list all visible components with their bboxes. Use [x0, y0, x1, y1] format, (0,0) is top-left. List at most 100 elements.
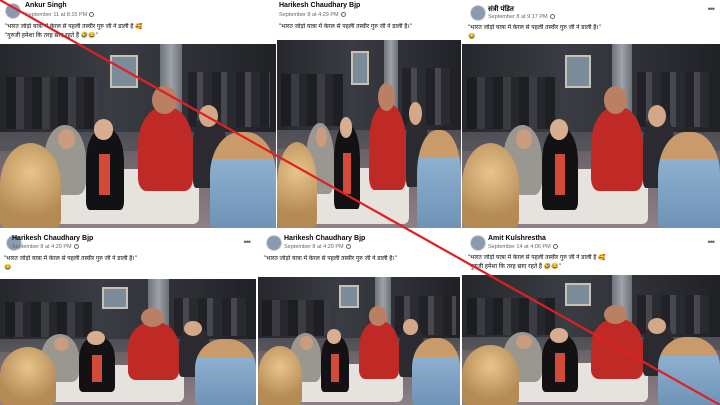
photo-person-face: [403, 319, 418, 335]
photo-person-red-kurta: [128, 321, 180, 380]
caption-line: "भारत जोड़ो यात्रा में केरल से पहली तस्व…: [4, 256, 137, 262]
timestamp-text[interactable]: September 8 at 4:29 PM: [12, 244, 72, 250]
post-photo[interactable]: [462, 275, 720, 405]
avatar[interactable]: [470, 5, 486, 21]
photo-red-scarf: [330, 353, 339, 382]
post-timestamp: September 11 at 8:15 PM: [25, 12, 95, 18]
post-caption: "भारत जोड़ो यात्रा में केरल से पहली तस्व…: [4, 255, 251, 272]
post-caption: "भारत जोड़ो यात्रा में केरल से पहली तस्व…: [468, 254, 715, 271]
author-name[interactable]: Ankur Singh: [25, 2, 67, 9]
photo-person-denim: [416, 130, 461, 228]
more-options-icon[interactable]: •••: [708, 4, 716, 14]
photo-person-face: [315, 126, 327, 148]
photo-person-face: [339, 117, 353, 138]
caption-line: "भारत जोड़ो यात्रा में केरल से पहली तस्व…: [279, 24, 412, 30]
caption-line: "गुरुजी हमेशा कि तरह छाए रहते हैं 🤣😂": [468, 263, 561, 270]
photo-red-scarf: [343, 152, 351, 195]
photo-person-blonde: [277, 141, 318, 228]
photo-person-blonde: [0, 143, 61, 228]
photo-person-face: [647, 317, 666, 334]
post-timestamp: September 14 at 4:06 PM: [488, 244, 558, 250]
photo-wall-art: [565, 55, 591, 89]
photo-red-scarf: [99, 154, 111, 195]
photo-crowd: [262, 300, 331, 336]
photo-person-red-kurta: [591, 319, 643, 379]
post-photo[interactable]: [0, 279, 256, 405]
photo-wall-art: [102, 286, 128, 310]
globe-icon: [345, 244, 351, 250]
author-name[interactable]: संत्री पंडित: [488, 5, 514, 14]
photo-wall-art: [350, 51, 369, 86]
post-card-1: Ankur Singh September 11 at 8:15 PM "भार…: [0, 0, 276, 228]
photo-person-blonde: [462, 143, 519, 228]
author-name[interactable]: Harikesh Chaudhary Bjp: [279, 2, 360, 9]
photo-wall-art: [338, 284, 359, 308]
avatar[interactable]: [470, 235, 486, 251]
avatar[interactable]: [266, 235, 282, 251]
globe-icon: [89, 12, 95, 18]
photo-wall-art: [110, 55, 138, 89]
globe-icon: [552, 244, 558, 250]
post-card-5: Harikesh Chaudhary Bjp September 8 at 4:…: [258, 231, 460, 405]
post-caption: "भारत जोड़ो यात्रा में केरल से पहली तस्व…: [468, 24, 715, 41]
photo-person-blonde: [0, 347, 57, 405]
caption-line: "गुरुजी हमेशा कि तरह छाए रहते हैं 🤣😂": [5, 32, 98, 39]
photo-person-red-kurta: [138, 106, 194, 192]
photo-person-denim: [658, 337, 720, 405]
photo-person-face: [300, 335, 313, 350]
photo-person-red-kurta: [359, 320, 400, 380]
post-photo[interactable]: [277, 40, 461, 228]
caption-line: "भारत जोड़ो यात्रा में केरल से पहली तस्व…: [468, 255, 606, 261]
caption-line: "भारत जोड़ो यात्रा में केरल से पहली तस्व…: [264, 256, 397, 262]
post-card-3: संत्री पंडित September 8 at 9:17 PM ••• …: [462, 0, 720, 228]
timestamp-text[interactable]: September 8 at 9:17 PM: [488, 14, 548, 20]
post-timestamp: September 8 at 4:29 PM: [279, 12, 346, 18]
author-name[interactable]: Harikesh Chaudhary Bjp: [284, 235, 365, 242]
post-photo[interactable]: [0, 44, 276, 228]
photo-person-face: [516, 128, 532, 149]
photo-person-denim: [658, 132, 720, 228]
photo-person-face: [57, 128, 75, 149]
caption-line: 😂: [468, 33, 476, 40]
author-name[interactable]: Harikesh Chaudhary Bjp: [12, 235, 93, 242]
photo-person-face: [549, 328, 568, 343]
caption-line: "भारत जोड़ो यात्रा में केरल से पहली तस्व…: [5, 24, 143, 30]
photo-person-face: [516, 334, 532, 350]
photo-person-head: [151, 86, 177, 114]
post-photo[interactable]: [258, 277, 460, 405]
author-name[interactable]: Amit Kulshrestha: [488, 235, 546, 242]
post-caption: "भारत जोड़ो यात्रा में केरल से पहली तस्व…: [5, 23, 271, 40]
photo-person-face: [549, 119, 568, 140]
avatar[interactable]: [5, 3, 21, 19]
photo-red-scarf: [554, 154, 566, 195]
more-options-icon[interactable]: •••: [708, 237, 716, 247]
photo-person-head: [369, 306, 388, 326]
post-caption: "भारत जोड़ो यात्रा में केरल से पहली तस्व…: [279, 23, 456, 32]
photo-person-denim: [194, 339, 256, 405]
more-options-icon[interactable]: •••: [244, 237, 252, 247]
timestamp-text[interactable]: September 8 at 4:29 PM: [279, 12, 339, 18]
photo-red-scarf: [554, 353, 566, 382]
timestamp-text[interactable]: September 11 at 8:15 PM: [25, 12, 87, 18]
globe-icon: [73, 244, 79, 250]
photo-person-face: [87, 330, 105, 345]
photo-person-head: [603, 86, 628, 114]
caption-line: "भारत जोड़ो यात्रा में केरल से पहली तस्व…: [468, 25, 601, 31]
photo-person-blonde: [462, 345, 519, 405]
post-header: Harikesh Chaudhary Bjp September 8 at 4:…: [258, 231, 460, 257]
globe-icon: [340, 12, 346, 18]
photo-person-blonde: [258, 346, 303, 405]
post-photo[interactable]: [462, 44, 720, 228]
timestamp-text[interactable]: September 8 at 4:29 PM: [284, 244, 344, 250]
globe-icon: [549, 14, 555, 20]
photo-crowd: [5, 301, 93, 337]
photo-crowd: [5, 77, 100, 129]
post-card-6: Amit Kulshrestha September 14 at 4:06 PM…: [462, 231, 720, 405]
photo-person-face: [184, 320, 203, 336]
photo-person-red-kurta: [369, 103, 406, 191]
timestamp-text[interactable]: September 14 at 4:06 PM: [488, 244, 551, 250]
photo-person-face: [647, 104, 666, 127]
photo-person-head: [140, 308, 164, 327]
photo-person-denim: [411, 338, 460, 405]
post-header: Harikesh Chaudhary Bjp September 8 at 4:…: [0, 231, 256, 257]
